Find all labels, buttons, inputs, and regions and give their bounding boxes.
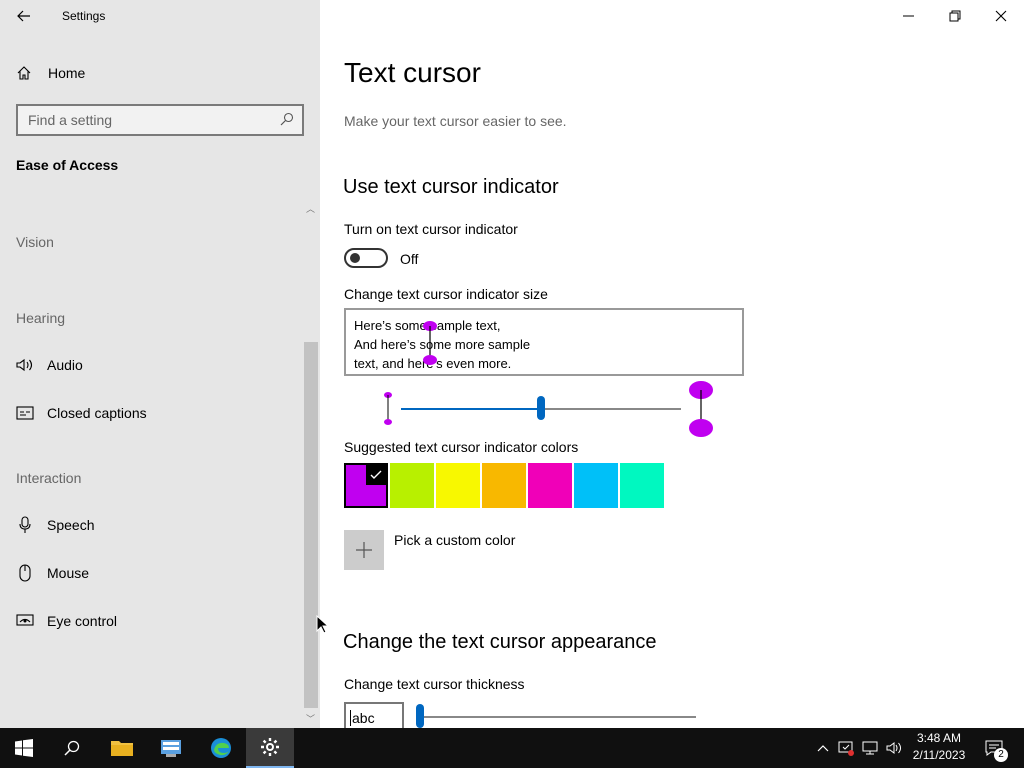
edge-browser-button[interactable] bbox=[197, 728, 245, 768]
microphone-icon bbox=[16, 516, 34, 534]
color-swatch[interactable] bbox=[344, 463, 388, 508]
custom-color-label: Pick a custom color bbox=[394, 532, 516, 548]
checkmark-icon bbox=[366, 465, 386, 485]
thickness-label: Change text cursor thickness bbox=[344, 676, 525, 692]
indicator-toggle[interactable] bbox=[344, 248, 388, 268]
clock[interactable]: 3:48 AM 2/11/2023 bbox=[900, 730, 978, 766]
back-arrow-icon bbox=[17, 10, 30, 22]
color-swatch[interactable] bbox=[390, 463, 434, 508]
back-button[interactable] bbox=[10, 4, 38, 28]
sidebar: Settings Home Ease of Access ︿ Vision He… bbox=[0, 0, 328, 728]
size-slider-fill bbox=[401, 408, 541, 410]
color-swatches bbox=[344, 463, 664, 508]
sidebar-item-label: Speech bbox=[47, 517, 95, 533]
speaker-icon bbox=[16, 356, 34, 374]
color-swatch[interactable] bbox=[436, 463, 480, 508]
scroll-up-arrow-icon[interactable]: ︿ bbox=[306, 202, 315, 215]
folder-icon bbox=[111, 741, 133, 756]
sidebar-item-label: Eye control bbox=[47, 613, 118, 629]
toggle-label: Turn on text cursor indicator bbox=[344, 221, 518, 237]
sidebar-item-mouse[interactable]: Mouse bbox=[16, 555, 302, 591]
title-bar: Settings bbox=[0, 0, 320, 32]
small-indicator-icon bbox=[384, 392, 392, 425]
sidebar-item-closed-captions[interactable]: Closed captions bbox=[16, 395, 302, 431]
section-title: Ease of Access bbox=[16, 157, 119, 173]
thickness-preview-text: abc bbox=[350, 710, 375, 726]
sidebar-scrollbar-thumb[interactable] bbox=[304, 342, 318, 708]
security-alert-icon bbox=[838, 741, 854, 756]
sample-line: And here’s some more sample bbox=[354, 337, 531, 352]
eye-control-icon bbox=[16, 612, 34, 630]
cursor-indicator-preview-icon bbox=[423, 321, 437, 365]
sidebar-item-label: Audio bbox=[47, 357, 83, 373]
large-indicator-icon bbox=[689, 381, 713, 437]
server-manager-button[interactable] bbox=[147, 728, 195, 768]
thickness-slider-thumb[interactable] bbox=[416, 704, 424, 728]
chevron-up-icon bbox=[817, 745, 829, 752]
group-label-vision: Vision bbox=[16, 234, 54, 250]
show-hidden-icons-button[interactable] bbox=[814, 728, 832, 768]
home-icon bbox=[17, 66, 31, 80]
color-swatch[interactable] bbox=[574, 463, 618, 508]
main-content: Text cursor Make your text cursor easier… bbox=[320, 0, 1024, 732]
sample-line: Here’s some sample text, bbox=[354, 318, 501, 333]
security-tray-button[interactable] bbox=[836, 728, 856, 768]
network-tray-button[interactable] bbox=[860, 728, 880, 768]
scroll-down-arrow-icon[interactable]: ﹀ bbox=[306, 712, 315, 725]
clock-date: 2/11/2023 bbox=[912, 748, 966, 762]
network-icon bbox=[862, 741, 878, 755]
group-label-hearing: Hearing bbox=[16, 310, 66, 326]
toggle-knob bbox=[350, 253, 360, 263]
color-swatch[interactable] bbox=[482, 463, 526, 508]
toggle-state: Off bbox=[400, 251, 419, 267]
sidebar-item-home[interactable]: Home bbox=[16, 60, 85, 86]
sidebar-item-speech[interactable]: Speech bbox=[16, 507, 302, 543]
mouse-icon bbox=[16, 564, 34, 582]
plus-icon bbox=[356, 542, 372, 558]
page-title: Text cursor bbox=[344, 57, 481, 88]
add-custom-color-button[interactable] bbox=[344, 530, 384, 570]
size-slider-thumb[interactable] bbox=[537, 396, 545, 420]
sample-text-box: Here’s some sample text, And here’s some… bbox=[344, 308, 744, 376]
sidebar-item-label: Home bbox=[48, 65, 86, 81]
taskbar: 3:48 AM 2/11/2023 2 bbox=[0, 728, 1024, 768]
gear-icon bbox=[261, 738, 279, 756]
server-manager-icon bbox=[161, 740, 181, 757]
search-input[interactable] bbox=[18, 106, 268, 134]
sidebar-item-audio[interactable]: Audio bbox=[16, 347, 302, 383]
color-swatch[interactable] bbox=[620, 463, 664, 508]
group-label-interaction: Interaction bbox=[16, 470, 82, 486]
taskbar-search-button[interactable] bbox=[48, 728, 96, 768]
color-swatch[interactable] bbox=[528, 463, 572, 508]
size-label: Change text cursor indicator size bbox=[344, 286, 548, 302]
thickness-slider-track[interactable] bbox=[420, 716, 696, 718]
search-box[interactable] bbox=[16, 104, 304, 136]
search-icon bbox=[64, 740, 80, 756]
edge-icon bbox=[211, 738, 231, 758]
start-button[interactable] bbox=[0, 728, 48, 768]
appearance-heading: Change the text cursor appearance bbox=[343, 631, 657, 653]
file-explorer-button[interactable] bbox=[98, 728, 146, 768]
colors-label: Suggested text cursor indicator colors bbox=[344, 439, 579, 455]
indicator-heading: Use text cursor indicator bbox=[343, 176, 559, 198]
sidebar-item-eye-control[interactable]: Eye control bbox=[16, 603, 302, 639]
windows-logo-icon bbox=[15, 739, 33, 757]
sample-line: text, and here’s even more. bbox=[354, 356, 512, 371]
app-title: Settings bbox=[62, 9, 106, 23]
page-description: Make your text cursor easier to see. bbox=[344, 113, 567, 129]
sidebar-item-label: Closed captions bbox=[47, 405, 147, 421]
clock-time: 3:48 AM bbox=[916, 731, 962, 745]
notification-count-badge: 2 bbox=[994, 748, 1008, 762]
search-icon[interactable] bbox=[280, 112, 294, 126]
settings-taskbar-button[interactable] bbox=[246, 728, 294, 768]
sidebar-item-label: Mouse bbox=[47, 565, 90, 581]
closed-captions-icon bbox=[16, 404, 34, 422]
